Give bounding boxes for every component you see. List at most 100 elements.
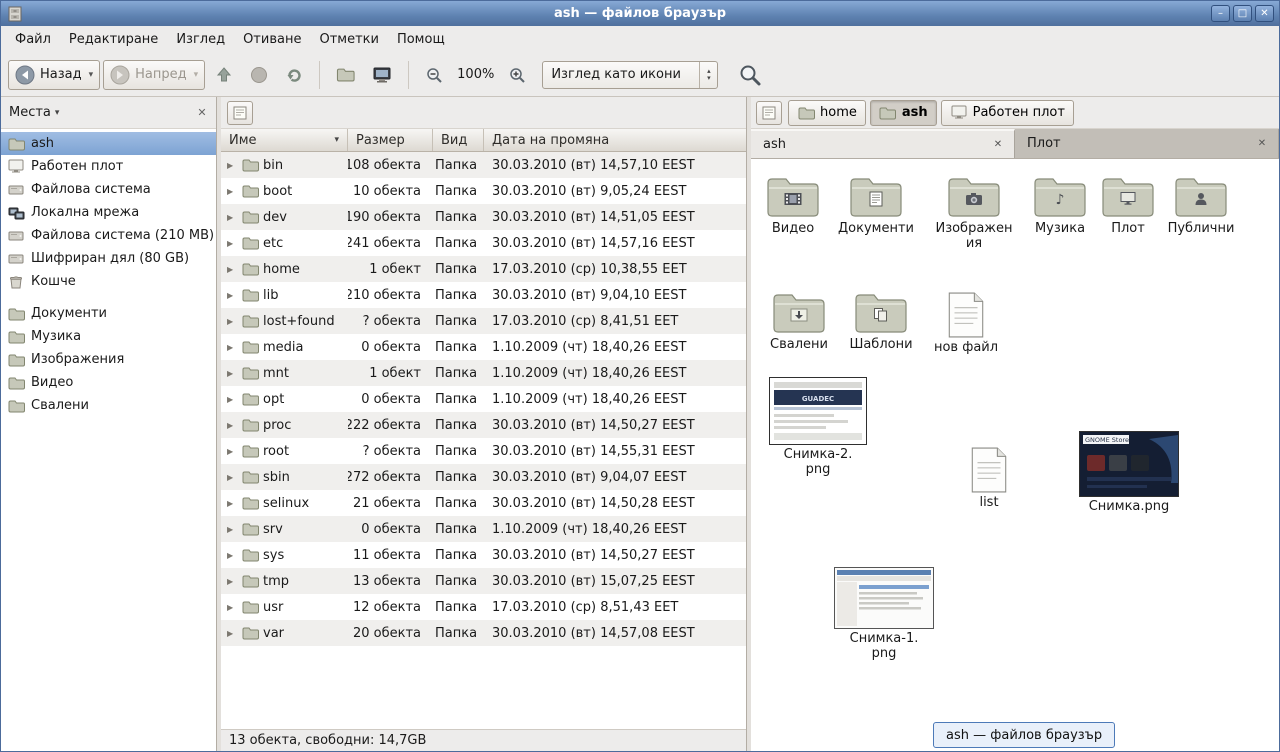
sidebar-dropdown-icon[interactable]: ▾ xyxy=(55,108,60,118)
expander-icon[interactable]: ▶ xyxy=(227,317,237,326)
file-item[interactable]: Документи xyxy=(834,173,918,236)
sidebar-item[interactable]: Шифриран дял (80 GB) xyxy=(1,247,216,270)
table-row[interactable]: ▶lost+found? обектаПапка17.03.2010 (ср) … xyxy=(221,308,746,334)
expander-icon[interactable]: ▶ xyxy=(227,525,237,534)
sidebar-item[interactable]: Видео xyxy=(1,371,216,394)
expander-icon[interactable]: ▶ xyxy=(227,473,237,482)
expander-icon[interactable]: ▶ xyxy=(227,551,237,560)
file-item[interactable]: list xyxy=(947,447,1031,510)
sidebar-item[interactable]: Изображения xyxy=(1,348,216,371)
table-row[interactable]: ▶root? обектаПапка30.03.2010 (вт) 14,55,… xyxy=(221,438,746,464)
tab-close-icon[interactable]: ✕ xyxy=(990,137,1006,153)
table-row[interactable]: ▶etc241 обектаПапка30.03.2010 (вт) 14,57… xyxy=(221,230,746,256)
sidebar-title[interactable]: Места xyxy=(7,105,51,120)
column-header[interactable]: Дата на промяна xyxy=(484,129,746,151)
up-button[interactable] xyxy=(208,60,240,90)
column-header[interactable]: Име▾ xyxy=(221,129,348,151)
column-header[interactable]: Вид xyxy=(433,129,484,151)
sidebar-item[interactable]: Файлова система (210 MB) xyxy=(1,224,216,247)
file-item[interactable]: Снимка-1. png xyxy=(832,567,936,661)
expander-icon[interactable]: ▶ xyxy=(227,265,237,274)
sidebar-item[interactable]: Кошче xyxy=(1,270,216,293)
table-row[interactable]: ▶tmp13 обектаПапка30.03.2010 (вт) 15,07,… xyxy=(221,568,746,594)
search-button[interactable] xyxy=(731,60,769,90)
expander-icon[interactable]: ▶ xyxy=(227,603,237,612)
view-mode-combo[interactable]: Изглед като икони ▴▾ xyxy=(542,61,718,89)
table-row[interactable]: ▶lib210 обектаПапка30.03.2010 (вт) 9,04,… xyxy=(221,282,746,308)
table-row[interactable]: ▶home1 обектПапка17.03.2010 (ср) 10,38,5… xyxy=(221,256,746,282)
tab-active[interactable]: ash✕ xyxy=(751,129,1015,158)
breadcrumb-item-0[interactable]: home xyxy=(788,100,866,126)
location-toggle-button[interactable] xyxy=(227,101,253,125)
file-item[interactable]: GNOME StoreСнимка.png xyxy=(1077,431,1181,514)
expander-icon[interactable]: ▶ xyxy=(227,187,237,196)
combo-stepper-icon[interactable]: ▴▾ xyxy=(699,62,717,88)
expander-icon[interactable]: ▶ xyxy=(227,161,237,170)
reload-button[interactable] xyxy=(278,60,310,90)
sidebar-item[interactable]: Документи xyxy=(1,302,216,325)
forward-history-icon[interactable]: ▾ xyxy=(192,70,199,80)
expander-icon[interactable]: ▶ xyxy=(227,369,237,378)
file-item[interactable]: нов файл xyxy=(924,292,1008,355)
menu-item-2[interactable]: Изглед xyxy=(167,28,234,51)
expander-icon[interactable]: ▶ xyxy=(227,291,237,300)
table-row[interactable]: ▶mnt1 обектПапка1.10.2009 (чт) 18,40,26 … xyxy=(221,360,746,386)
sidebar-item[interactable]: Локална мрежа xyxy=(1,201,216,224)
table-row[interactable]: ▶opt0 обектаПапка1.10.2009 (чт) 18,40,26… xyxy=(221,386,746,412)
sidebar-item[interactable]: Работен плот xyxy=(1,155,216,178)
sidebar-item[interactable]: Свалени xyxy=(1,394,216,417)
computer-button[interactable] xyxy=(365,60,399,90)
breadcrumb-item-1[interactable]: ash xyxy=(870,100,937,126)
expander-icon[interactable]: ▶ xyxy=(227,499,237,508)
table-row[interactable]: ▶var20 обектаПапка30.03.2010 (вт) 14,57,… xyxy=(221,620,746,646)
table-row[interactable]: ▶srv0 обектаПапка1.10.2009 (чт) 18,40,26… xyxy=(221,516,746,542)
table-row[interactable]: ▶media0 обектаПапка1.10.2009 (чт) 18,40,… xyxy=(221,334,746,360)
minimize-button[interactable]: – xyxy=(1211,5,1230,22)
file-item[interactable]: Свалени xyxy=(757,289,841,352)
expander-icon[interactable]: ▶ xyxy=(227,577,237,586)
sidebar-item[interactable]: ash xyxy=(1,132,216,155)
table-row[interactable]: ▶boot10 обектаПапка30.03.2010 (вт) 9,05,… xyxy=(221,178,746,204)
maximize-button[interactable]: □ xyxy=(1233,5,1252,22)
home-button[interactable] xyxy=(329,60,362,90)
table-row[interactable]: ▶sys11 обектаПапка30.03.2010 (вт) 14,50,… xyxy=(221,542,746,568)
menu-item-3[interactable]: Отиване xyxy=(234,28,310,51)
sidebar-close-icon[interactable]: ✕ xyxy=(194,106,210,119)
breadcrumb-item-2[interactable]: Работен плот xyxy=(941,100,1074,126)
forward-button[interactable]: Напред ▾ xyxy=(103,60,205,90)
back-history-icon[interactable]: ▾ xyxy=(87,70,94,80)
tab-close-icon[interactable]: ✕ xyxy=(1254,136,1270,152)
file-item[interactable]: Видео xyxy=(751,173,835,236)
expander-icon[interactable]: ▶ xyxy=(227,629,237,638)
menu-item-1[interactable]: Редактиране xyxy=(60,28,167,51)
stop-button[interactable] xyxy=(243,60,275,90)
expander-icon[interactable]: ▶ xyxy=(227,421,237,430)
file-item[interactable]: Плот xyxy=(1086,173,1170,236)
menu-item-4[interactable]: Отметки xyxy=(310,28,387,51)
menu-item-0[interactable]: Файл xyxy=(6,28,60,51)
tab-inactive[interactable]: Плот✕ xyxy=(1015,129,1279,158)
expander-icon[interactable]: ▶ xyxy=(227,239,237,248)
sort-indicator-icon[interactable]: ▾ xyxy=(334,135,339,145)
table-row[interactable]: ▶usr12 обектаПапка17.03.2010 (ср) 8,51,4… xyxy=(221,594,746,620)
expander-icon[interactable]: ▶ xyxy=(227,395,237,404)
file-item[interactable]: GUADECСнимка-2. png xyxy=(766,377,870,477)
close-button[interactable]: ✕ xyxy=(1255,5,1274,22)
menu-item-5[interactable]: Помощ xyxy=(388,28,454,51)
table-row[interactable]: ▶dev190 обектаПапка30.03.2010 (вт) 14,51… xyxy=(221,204,746,230)
file-item[interactable]: Изображен ия xyxy=(932,173,1016,251)
location-toggle-button[interactable] xyxy=(756,101,782,125)
file-item[interactable]: Шаблони xyxy=(839,289,923,352)
column-header[interactable]: Размер xyxy=(348,129,433,151)
table-row[interactable]: ▶bin108 обектаПапка30.03.2010 (вт) 14,57… xyxy=(221,152,746,178)
sidebar-item[interactable]: Файлова система xyxy=(1,178,216,201)
expander-icon[interactable]: ▶ xyxy=(227,447,237,456)
sidebar-item[interactable]: Музика xyxy=(1,325,216,348)
table-row[interactable]: ▶selinux21 обектаПапка30.03.2010 (вт) 14… xyxy=(221,490,746,516)
table-row[interactable]: ▶sbin272 обектаПапка30.03.2010 (вт) 9,04… xyxy=(221,464,746,490)
zoom-in-button[interactable] xyxy=(501,60,533,90)
expander-icon[interactable]: ▶ xyxy=(227,343,237,352)
back-button[interactable]: Назад ▾ xyxy=(8,60,100,90)
table-row[interactable]: ▶proc222 обектаПапка30.03.2010 (вт) 14,5… xyxy=(221,412,746,438)
zoom-out-button[interactable] xyxy=(418,60,450,90)
